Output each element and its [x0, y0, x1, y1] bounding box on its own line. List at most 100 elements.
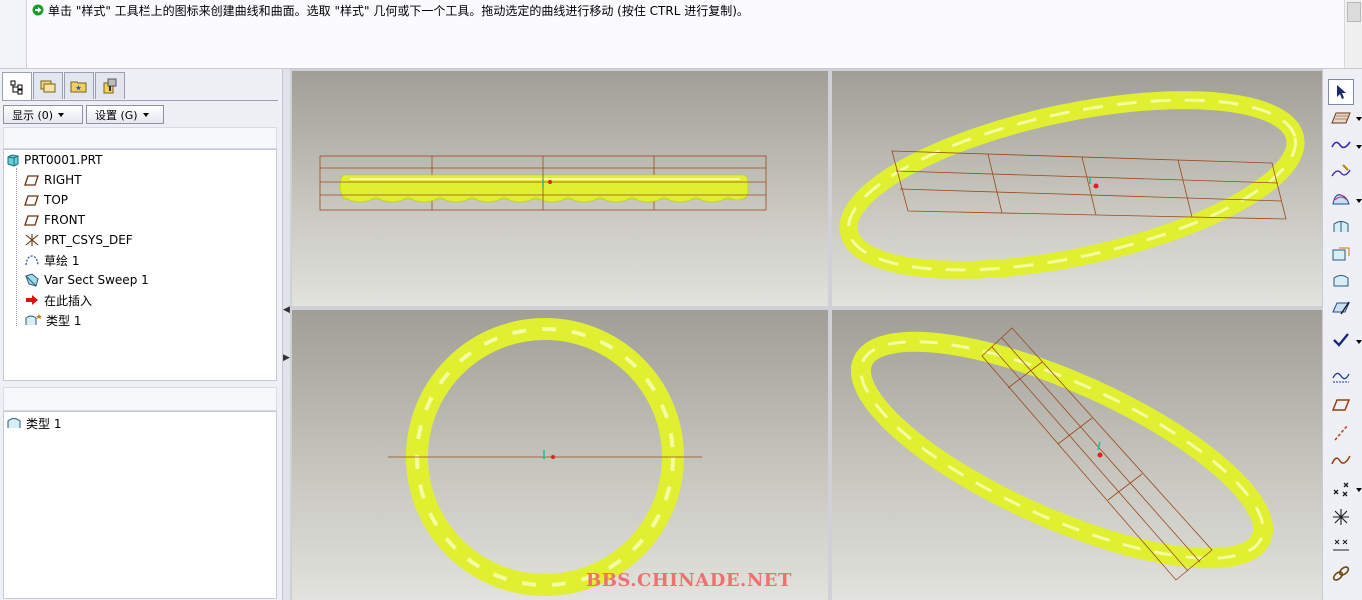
- model-tree-tab[interactable]: [2, 72, 32, 101]
- favorites-tab[interactable]: [64, 72, 94, 99]
- tree-item-label: 类型 1: [46, 313, 82, 328]
- model-tree-icon: [10, 80, 23, 95]
- sketch-plane-tool[interactable]: [1329, 106, 1353, 130]
- curve-edit-tool[interactable]: [1329, 269, 1353, 293]
- points-tool[interactable]: [1329, 477, 1353, 501]
- chevron-down-icon[interactable]: [1356, 340, 1362, 344]
- tree-item-sketch[interactable]: 草绘 1: [24, 251, 79, 269]
- chain-link-icon: [1332, 566, 1350, 581]
- points-icon: [1333, 482, 1349, 497]
- settings-dropdown[interactable]: 设置 (G): [86, 105, 164, 124]
- internal-plane-tool[interactable]: [1329, 421, 1353, 445]
- chevron-down-icon[interactable]: [1356, 488, 1362, 492]
- curve-icon: [1331, 141, 1351, 149]
- chain-link-tool[interactable]: [1329, 562, 1353, 586]
- datum-plane-icon: [24, 215, 39, 226]
- tree-item-label: 在此插入: [44, 293, 93, 308]
- settings-label: 设置 (G): [95, 108, 138, 122]
- coordinate-system-icon: [25, 234, 39, 246]
- offset-points-icon: [1333, 539, 1349, 551]
- style-feature-icon: [7, 418, 21, 428]
- done-check-icon: [1333, 333, 1349, 347]
- tree-item-top[interactable]: TOP: [24, 191, 68, 209]
- tree-item-insert-here[interactable]: 在此插入: [24, 291, 92, 309]
- connections-icon: [103, 78, 117, 94]
- connections-tab[interactable]: [95, 72, 125, 99]
- navigator-tabs: [2, 72, 125, 101]
- analysis-tool[interactable]: [1329, 296, 1353, 320]
- trimetric-view-model: [850, 327, 1274, 581]
- lower-tree-item-style[interactable]: 类型 1: [6, 414, 61, 432]
- message-gutter: [0, 0, 27, 68]
- edit-curve-tool[interactable]: [1329, 160, 1353, 184]
- tree-item-label: PRT_CSYS_DEF: [44, 233, 133, 247]
- folder-browser-icon: [40, 80, 56, 93]
- tree-root[interactable]: PRT0001.PRT: [6, 151, 102, 169]
- message-arrow-icon: [32, 4, 44, 16]
- curve-tool[interactable]: [1329, 133, 1353, 157]
- chevron-down-icon[interactable]: [1356, 117, 1362, 121]
- viewport-trimetric-view[interactable]: [832, 310, 1322, 600]
- tree-item-label: Var Sect Sweep 1: [44, 273, 149, 287]
- show-dropdown[interactable]: 显示 (0): [3, 105, 83, 124]
- navigator-panel: 显示 (0) 设置 (G) PRT0001.PRT RIGHT TOP FRON…: [0, 69, 282, 600]
- tree-item-front[interactable]: FRONT: [24, 211, 85, 229]
- lower-tree-item-label: 类型 1: [26, 416, 62, 431]
- tree-item-label: TOP: [44, 193, 69, 207]
- surface-icon: [1332, 194, 1350, 205]
- edit-curve-icon: [1331, 164, 1351, 177]
- tree-item-right[interactable]: RIGHT: [24, 171, 82, 189]
- part-icon: [7, 154, 19, 167]
- select-tool[interactable]: [1328, 79, 1354, 105]
- surface-analysis-icon: [1332, 301, 1350, 315]
- style-feature-icon: [25, 314, 42, 325]
- offset-points-tool[interactable]: [1329, 533, 1353, 557]
- graphics-area[interactable]: [290, 69, 1322, 600]
- lower-panel-header: [3, 387, 277, 411]
- message-text: 单击 "样式" 工具栏上的图标来创建曲线和曲面。选取 "样式" 几何或下一个工具…: [48, 3, 749, 18]
- trim-surface-tool[interactable]: [1329, 242, 1353, 266]
- top-view-model: [388, 318, 702, 596]
- connect-surface-icon: [1333, 221, 1349, 232]
- lower-tree: 类型 1: [3, 411, 277, 599]
- style-toolbar: [1322, 69, 1362, 600]
- curvature-analysis-icon: [1332, 372, 1350, 383]
- viewport-isometric-view[interactable]: [832, 71, 1322, 306]
- trim-surface-icon: [1332, 247, 1350, 261]
- sketch-icon: [25, 255, 39, 266]
- free-curve-tool[interactable]: [1329, 448, 1353, 472]
- viewport-front-view[interactable]: [292, 71, 828, 306]
- model-tree: PRT0001.PRT RIGHT TOP FRONT PRT_CSYS_DEF: [3, 149, 277, 381]
- tree-item-sweep[interactable]: Var Sect Sweep 1: [24, 271, 149, 289]
- datum-plane-icon: [24, 195, 39, 206]
- viewport-top-view[interactable]: [292, 310, 828, 600]
- surface-tool[interactable]: [1329, 187, 1353, 211]
- done-tool[interactable]: [1329, 328, 1353, 352]
- tree-filter-bar: [3, 127, 277, 149]
- tree-item-label: FRONT: [44, 213, 85, 227]
- datum-plane-icon: [24, 175, 39, 186]
- datum-points-tool[interactable]: [1329, 505, 1353, 529]
- tree-item-label: 草绘 1: [44, 253, 80, 268]
- connect-surface-tool[interactable]: [1329, 215, 1353, 239]
- folder-browser-tab[interactable]: [33, 72, 63, 99]
- collapse-left-icon[interactable]: ◀: [283, 305, 290, 315]
- show-label: 显示 (0): [12, 108, 54, 122]
- curve-edit-icon: [1333, 275, 1349, 287]
- watermark: BBS.CHINADE.NET: [586, 570, 792, 591]
- expand-right-icon[interactable]: ▶: [283, 353, 290, 363]
- internal-plane-icon: [1334, 425, 1348, 441]
- chevron-down-icon[interactable]: [1356, 145, 1362, 149]
- favorites-icon: [70, 81, 87, 93]
- message-scrollbar[interactable]: [1344, 0, 1362, 68]
- insert-here-arrow-icon: [26, 295, 38, 305]
- curvature-tool[interactable]: [1329, 364, 1353, 388]
- tree-item-csys[interactable]: PRT_CSYS_DEF: [24, 231, 133, 249]
- active-plane-icon: [1331, 399, 1351, 411]
- side-view-model: [319, 155, 767, 211]
- tree-item-label: RIGHT: [44, 173, 82, 187]
- chevron-down-icon[interactable]: [1356, 199, 1362, 203]
- tree-item-style[interactable]: 类型 1: [24, 311, 81, 329]
- active-plane-tool[interactable]: [1329, 393, 1353, 417]
- tree-root-label: PRT0001.PRT: [24, 153, 103, 167]
